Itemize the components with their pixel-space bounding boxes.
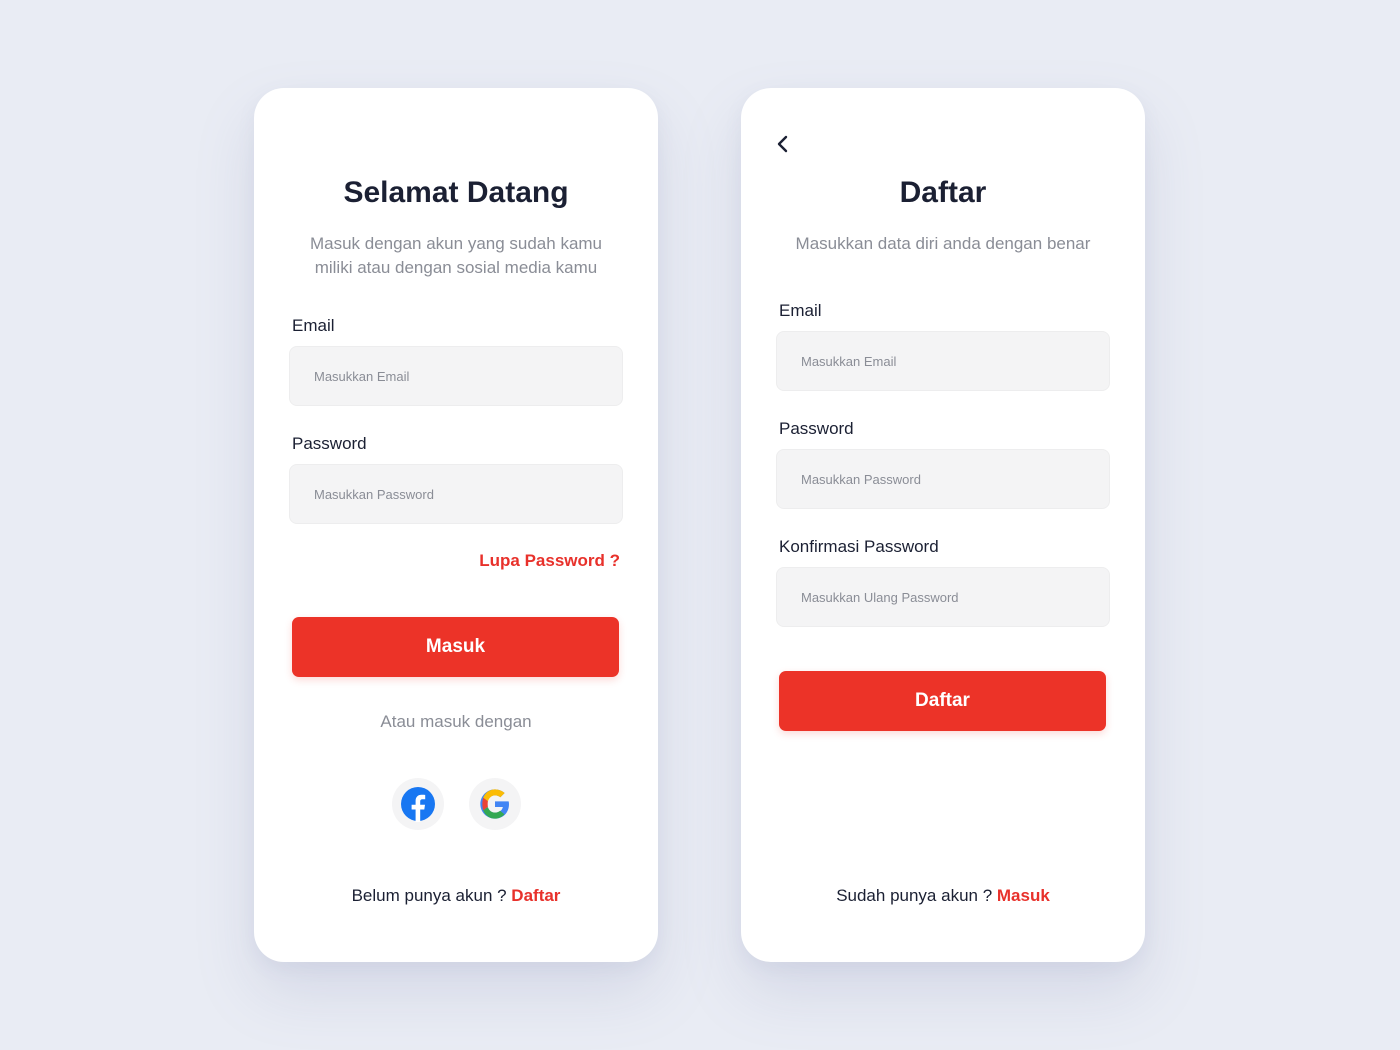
register-email-input[interactable] bbox=[776, 331, 1110, 391]
register-footer: Sudah punya akun ? Masuk bbox=[741, 886, 1145, 906]
login-link[interactable]: Masuk bbox=[997, 886, 1050, 905]
register-button[interactable]: Daftar bbox=[779, 671, 1106, 731]
google-icon bbox=[480, 789, 509, 819]
register-subtitle: Masukkan data diri anda dengan benar bbox=[795, 234, 1091, 253]
register-footer-text: Sudah punya akun ? bbox=[836, 886, 997, 905]
facebook-icon bbox=[401, 787, 435, 822]
google-login-button[interactable] bbox=[469, 778, 521, 830]
login-email-input[interactable] bbox=[289, 346, 623, 406]
social-login-divider: Atau masuk dengan bbox=[380, 712, 532, 731]
login-subtitle: Masuk dengan akun yang sudah kamu miliki… bbox=[309, 234, 603, 277]
login-footer: Belum punya akun ? Daftar bbox=[254, 886, 658, 906]
register-link[interactable]: Daftar bbox=[511, 886, 560, 905]
login-title: Selamat Datang bbox=[343, 176, 569, 209]
login-password-input[interactable] bbox=[289, 464, 623, 524]
login-password-label: Password bbox=[292, 434, 367, 453]
confirm-password-input[interactable] bbox=[776, 567, 1110, 627]
login-button[interactable]: Masuk bbox=[292, 617, 619, 677]
facebook-login-button[interactable] bbox=[392, 778, 444, 830]
confirm-password-label: Konfirmasi Password bbox=[779, 537, 939, 556]
register-password-input[interactable] bbox=[776, 449, 1110, 509]
login-card: Selamat Datang Masuk dengan akun yang su… bbox=[254, 88, 658, 962]
back-button[interactable] bbox=[771, 132, 795, 156]
register-title: Daftar bbox=[899, 176, 987, 209]
register-card: Daftar Masukkan data diri anda dengan be… bbox=[741, 88, 1145, 962]
chevron-left-icon bbox=[777, 135, 788, 153]
register-password-label: Password bbox=[779, 419, 854, 438]
login-footer-text: Belum punya akun ? bbox=[351, 886, 512, 905]
login-email-label: Email bbox=[292, 316, 335, 335]
forgot-password-link[interactable]: Lupa Password ? bbox=[479, 551, 620, 571]
register-email-label: Email bbox=[779, 301, 822, 320]
